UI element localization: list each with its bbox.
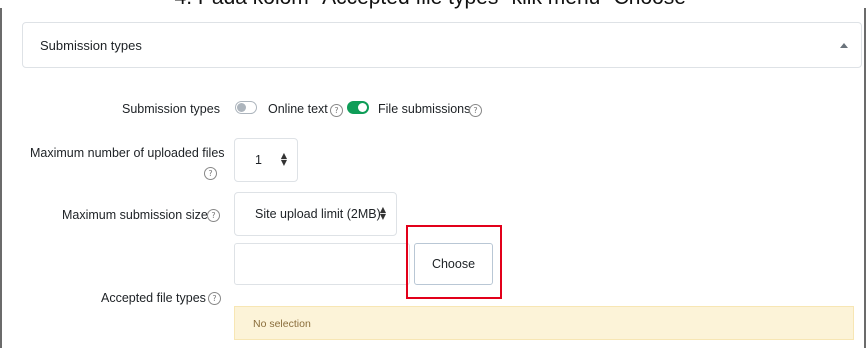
max-size-value: Site upload limit (2MB) — [255, 207, 381, 221]
section-title: Submission types — [40, 38, 142, 53]
max-size-label: Maximum submission size — [62, 208, 208, 222]
collapse-caret-icon[interactable] — [840, 43, 848, 48]
toggle-knob — [237, 103, 246, 112]
section-header[interactable]: Submission types — [22, 22, 862, 68]
select-arrows-icon: ▲ ▼ — [379, 205, 386, 221]
file-submissions-toggle[interactable] — [347, 101, 369, 114]
submission-types-label: Submission types — [122, 102, 220, 116]
accepted-types-help-icon[interactable]: ? — [208, 292, 221, 305]
file-submissions-label: File submissions — [378, 102, 471, 116]
max-files-select[interactable]: 1 ▲ ▼ — [234, 138, 298, 182]
accepted-types-input[interactable] — [234, 243, 410, 285]
max-files-value: 1 — [255, 153, 262, 167]
max-size-select[interactable]: Site upload limit (2MB) ▲ ▼ — [234, 192, 397, 236]
notice-text: No selection — [253, 318, 311, 330]
online-text-help-icon[interactable]: ? — [330, 104, 343, 117]
file-submissions-help-icon[interactable]: ? — [469, 104, 482, 117]
online-text-toggle[interactable] — [235, 101, 257, 114]
max-files-label: Maximum number of uploaded files — [30, 146, 225, 160]
online-text-label: Online text — [268, 102, 328, 116]
select-arrows-icon: ▲ ▼ — [280, 151, 287, 167]
highlight-box — [406, 225, 502, 299]
max-size-help-icon[interactable]: ? — [207, 209, 220, 222]
no-selection-notice: No selection — [234, 306, 854, 340]
accepted-types-label: Accepted file types — [101, 291, 206, 305]
max-files-help-icon[interactable]: ? — [204, 167, 217, 180]
toggle-knob — [358, 103, 367, 112]
